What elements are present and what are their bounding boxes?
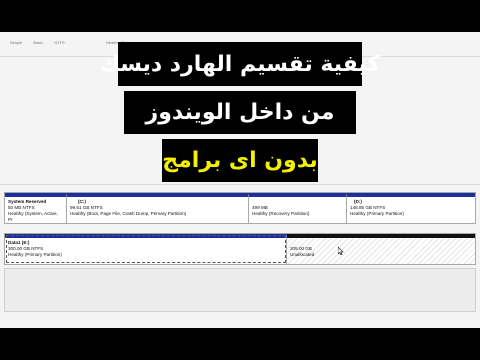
title-line-2: من داخل الويندوز (124, 91, 356, 134)
partition-status: Healthy (Primary Partition) (350, 211, 404, 216)
partition-c[interactable]: (C:) 99.51 GB NTFS Healthy (Boot, Page F… (67, 193, 249, 223)
divider (0, 184, 480, 185)
partition-d[interactable]: (D:) 148.85 GB NTFS Healthy (Primary Par… (347, 193, 475, 223)
partition-status: Healthy (Primary Partition) (8, 252, 62, 257)
disk-1-row: Data1 (E:) 300.00 GB NTFS Healthy (Prima… (4, 233, 476, 265)
filesystem-cell: NTFS (54, 40, 65, 45)
layout-cell: Simple (10, 40, 23, 45)
title-line-3: بدون اى برامج (162, 139, 318, 182)
partition-unallocated[interactable]: 205.00 GB Unallocated (287, 234, 475, 264)
video-letterbox-bottom (0, 328, 480, 360)
partition-status: Unallocated (290, 252, 315, 257)
disk-0-row: System Reserved 50 MB NTFS Healthy (Syst… (4, 192, 476, 224)
partition-status: Healthy (Boot, Page File, Crash Dump, Pr… (70, 211, 187, 216)
partition-e-data1[interactable]: Data1 (E:) 300.00 GB NTFS Healthy (Prima… (5, 234, 287, 264)
partition-status: Healthy (Recovery Partition) (252, 211, 310, 216)
partition-status: Healthy (System, Active, Pr (8, 211, 58, 222)
partition-recovery[interactable]: 499 MB Healthy (Recovery Partition) (249, 193, 347, 223)
partition-system-reserved[interactable]: System Reserved 50 MB NTFS Healthy (Syst… (5, 193, 67, 223)
video-letterbox-top (0, 0, 480, 32)
title-line-1: كيفية تقسيم الهارد ديسك (100, 42, 380, 86)
lower-empty-panel (4, 268, 476, 312)
type-cell: Basic (33, 40, 44, 45)
mouse-cursor-icon (338, 247, 344, 255)
